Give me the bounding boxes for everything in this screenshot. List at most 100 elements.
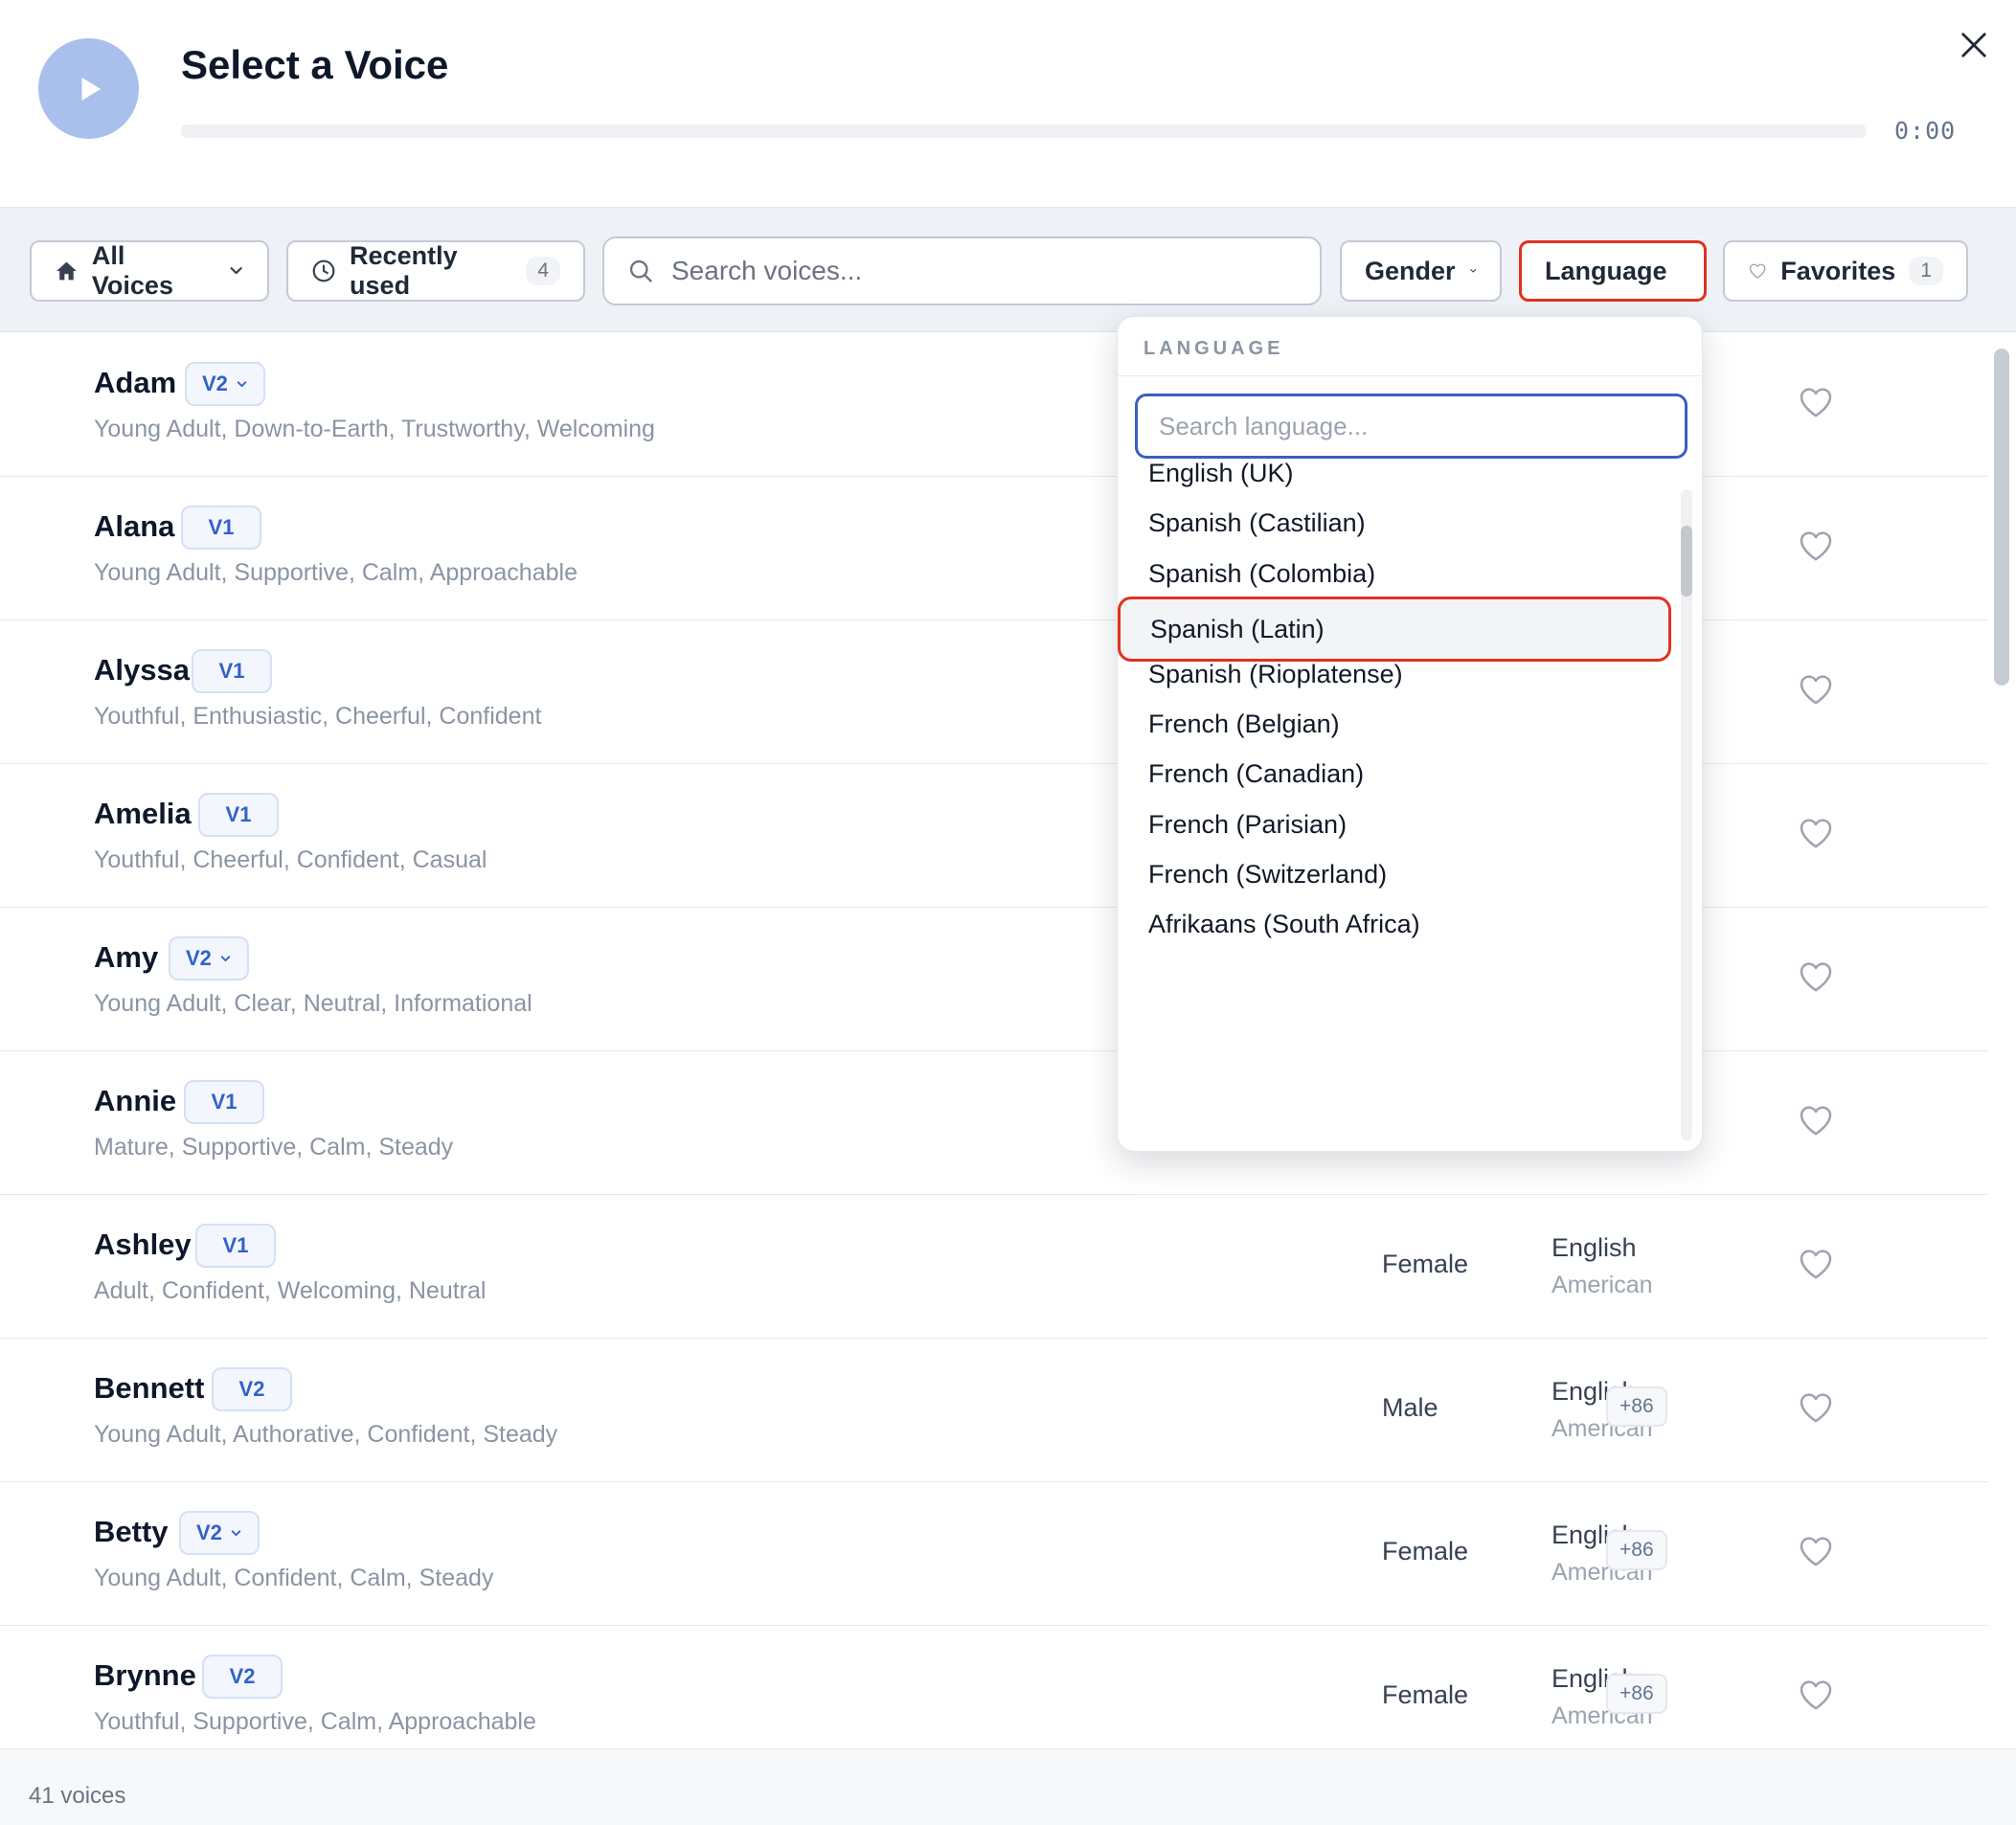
voice-version-badge[interactable]: V1 <box>198 793 279 837</box>
page-title: Select a Voice <box>181 42 449 87</box>
language-option[interactable]: Spanish (Colombia) <box>1148 559 1375 589</box>
play-button[interactable] <box>38 38 139 139</box>
language-label: Language <box>1545 256 1667 285</box>
more-languages-badge[interactable]: +86 <box>1606 1530 1667 1570</box>
language-option[interactable]: French (Parisian) <box>1148 810 1347 840</box>
recently-used-button[interactable]: Recently used 4 <box>286 240 585 302</box>
more-languages-badge[interactable]: +86 <box>1606 1674 1667 1714</box>
voice-version-label: V2 <box>186 946 212 970</box>
language-list-scroll-thumb[interactable] <box>1681 526 1692 597</box>
voice-gender: Female <box>1382 1250 1469 1278</box>
chevron-down-icon <box>1469 269 1476 273</box>
playback-progress-bar[interactable] <box>181 124 1867 138</box>
recently-used-label: Recently used <box>350 241 458 300</box>
voice-description: Young Adult, Authorative, Confident, Ste… <box>94 1421 558 1448</box>
voice-description: Youthful, Supportive, Calm, Approachable <box>94 1708 536 1735</box>
gender-dropdown[interactable]: Gender <box>1340 240 1502 302</box>
voice-list-scroll-thumb[interactable] <box>1994 349 2009 686</box>
language-dropdown-menu: LANGUAGE English (UK) Spanish (Castilian)… <box>1117 316 1703 1152</box>
chevron-down-icon <box>237 380 247 387</box>
favorites-label: Favorites <box>1780 256 1896 285</box>
voice-name: Brynne <box>94 1658 196 1692</box>
voice-name: Bennett <box>94 1371 205 1405</box>
favorite-heart-icon[interactable] <box>1797 527 1835 565</box>
voice-version-label: V1 <box>208 515 235 539</box>
voice-row[interactable]: Ashley V1 Adult, Confident, Welcoming, Neu… <box>0 1195 1987 1339</box>
favorite-heart-icon[interactable] <box>1797 814 1835 852</box>
voice-row[interactable]: Bennett V2 Young Adult, Authorative, Confi… <box>0 1339 1987 1482</box>
language-dropdown-heading: LANGUAGE <box>1144 338 1284 359</box>
favorite-heart-icon[interactable] <box>1797 1101 1835 1139</box>
voice-version-badge[interactable]: V2 <box>212 1367 292 1411</box>
language-option-selected[interactable]: Spanish (Latin) <box>1118 597 1671 662</box>
voice-description: Mature, Supportive, Calm, Steady <box>94 1134 454 1160</box>
voice-name: Annie <box>94 1084 177 1117</box>
favorite-heart-icon[interactable] <box>1797 1676 1835 1714</box>
chevron-down-icon <box>231 1529 241 1536</box>
voice-name: Ashley <box>94 1228 192 1261</box>
language-option[interactable]: Spanish (Castilian) <box>1148 508 1366 538</box>
voice-version-badge[interactable]: V2 <box>185 362 265 406</box>
voice-version-label: V2 <box>238 1377 265 1401</box>
voice-version-label: V2 <box>196 1521 222 1544</box>
voice-name: Amelia <box>94 797 192 830</box>
play-icon <box>81 77 101 101</box>
language-option[interactable]: French (Switzerland) <box>1148 860 1387 890</box>
all-voices-label: All Voices <box>91 241 173 300</box>
voice-version-label: V2 <box>202 372 228 395</box>
voice-version-badge[interactable]: V2 <box>169 936 249 980</box>
voice-version-badge[interactable]: V1 <box>181 506 261 550</box>
voice-description: Young Adult, Supportive, Calm, Approacha… <box>94 559 578 586</box>
language-option[interactable]: French (Canadian) <box>1148 759 1364 789</box>
voice-accent: American <box>1552 1272 1653 1298</box>
voice-version-badge[interactable]: V1 <box>195 1224 276 1268</box>
filter-toolbar: All Voices Recently used 4 Gender Langua… <box>0 207 2016 332</box>
favorites-count: 1 <box>1909 257 1943 285</box>
playback-time: 0:00 <box>1894 117 1957 145</box>
favorite-heart-icon[interactable] <box>1797 670 1835 709</box>
voice-version-label: V1 <box>211 1090 238 1114</box>
voice-row[interactable]: Betty V2 Young Adult, Confident, Calm, Ste… <box>0 1482 1987 1626</box>
favorite-heart-icon[interactable] <box>1797 383 1835 421</box>
voice-version-badge[interactable]: V2 <box>179 1511 260 1555</box>
voice-name: Alyssa <box>94 653 190 687</box>
language-search-input[interactable] <box>1159 411 1657 441</box>
language-option[interactable]: English (UK) <box>1148 459 1294 488</box>
voice-version-badge[interactable]: V1 <box>192 649 272 693</box>
voice-name: Amy <box>94 940 159 974</box>
voice-version-label: V1 <box>218 659 245 683</box>
search-icon <box>629 259 652 282</box>
voice-search-input[interactable] <box>671 256 1284 286</box>
voice-description: Youthful, Enthusiastic, Cheerful, Confid… <box>94 703 542 730</box>
language-dropdown[interactable]: Language <box>1519 240 1707 302</box>
language-option-list: English (UK) Spanish (Castilian) Spanish (… <box>1118 459 1683 1140</box>
voice-row[interactable]: Brynne V2 Youthful, Supportive, Calm, Appr… <box>0 1626 1987 1748</box>
voice-description: Adult, Confident, Welcoming, Neutral <box>94 1277 487 1304</box>
close-icon <box>1961 33 1986 57</box>
language-option[interactable]: Spanish (Rioplatense) <box>1148 660 1403 689</box>
favorites-button[interactable]: Favorites 1 <box>1723 240 1968 302</box>
recently-used-count: 4 <box>526 257 560 285</box>
favorite-heart-icon[interactable] <box>1797 958 1835 996</box>
language-option[interactable]: French (Belgian) <box>1148 710 1340 739</box>
player-header: Select a Voice 0:00 <box>0 0 2016 207</box>
heart-icon <box>1749 263 1766 279</box>
gender-label: Gender <box>1365 256 1456 285</box>
voice-version-label: V1 <box>222 1233 249 1257</box>
voice-gender: Female <box>1382 1680 1469 1709</box>
voice-version-badge[interactable]: V1 <box>184 1080 264 1124</box>
voice-search[interactable] <box>602 237 1322 305</box>
voice-gender: Male <box>1382 1393 1438 1422</box>
voice-description: Young Adult, Clear, Neutral, Information… <box>94 990 532 1017</box>
favorite-heart-icon[interactable] <box>1797 1245 1835 1283</box>
close-button[interactable] <box>1954 25 1994 65</box>
language-dropdown-header: LANGUAGE <box>1118 317 1702 376</box>
language-search[interactable] <box>1135 394 1688 459</box>
voice-version-badge[interactable]: V2 <box>202 1655 283 1699</box>
more-languages-badge[interactable]: +86 <box>1606 1386 1667 1427</box>
favorite-heart-icon[interactable] <box>1797 1388 1835 1427</box>
voice-version-label: V1 <box>225 802 252 826</box>
all-voices-dropdown[interactable]: All Voices <box>30 240 269 302</box>
language-option[interactable]: Afrikaans (South Africa) <box>1148 910 1420 939</box>
favorite-heart-icon[interactable] <box>1797 1532 1835 1570</box>
